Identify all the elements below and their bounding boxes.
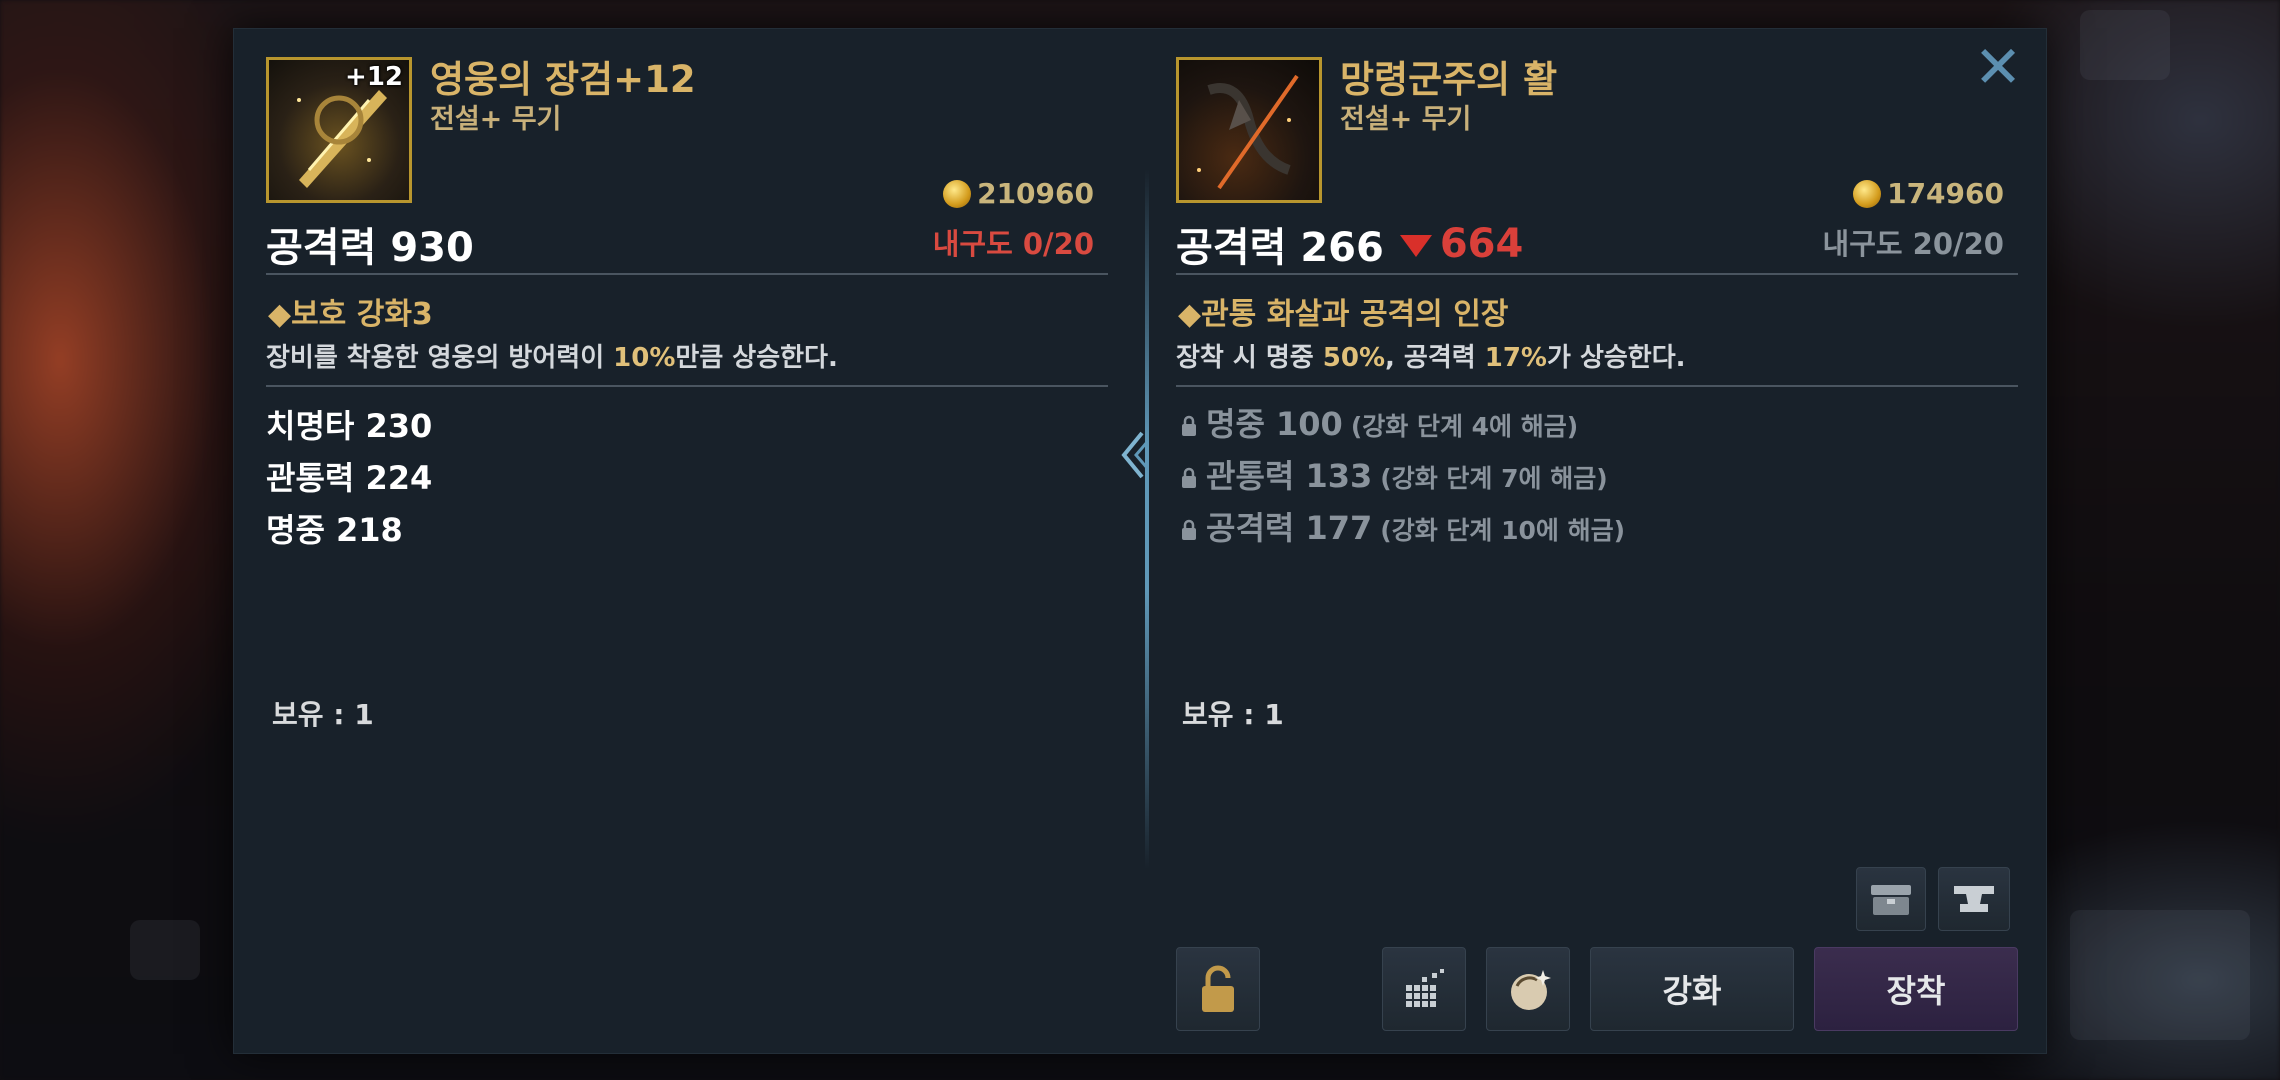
price-value: 210960 (977, 177, 1094, 210)
gem-icon (1511, 970, 1551, 1010)
lock-button[interactable] (1176, 947, 1260, 1031)
skill-title: ◆보호 강화3 (268, 297, 433, 332)
attack-power: 공격력 930 (266, 215, 474, 273)
unlock-condition: (강화 단계 4에 해금) (1350, 412, 1579, 441)
compare-arrow-icon (1121, 431, 1148, 479)
background-hud-element (2080, 10, 2170, 80)
equip-button[interactable]: 장착 (1814, 947, 2018, 1031)
gold-coin-icon (1853, 179, 1882, 208)
bow-item-icon[interactable] (1176, 57, 1322, 203)
lock-icon (1182, 519, 1196, 540)
item-grade: 전설+ 무기 (1340, 104, 1472, 135)
unlock-condition: (강화 단계 7에 해금) (1380, 464, 1608, 493)
lock-icon (1202, 965, 1234, 1012)
stat-penetration: 관통력 224 (266, 459, 433, 497)
attack-power: 공격력 266 664 (1176, 215, 1523, 273)
skill-description: 장착 시 명중 50%, 공격력 17%가 상승한다. (1176, 343, 1686, 373)
locked-stat-value: 공격력 177 (1206, 509, 1373, 547)
attack-difference: 664 (1399, 221, 1524, 267)
locked-stat: 관통력 133 (강화 단계 7에 해금) (1180, 451, 1608, 497)
forge-button[interactable] (1938, 867, 2010, 931)
equipped-item-panel: +12 영웅의 장검+12 전설+ 무기 210960 공격력 930 내구도 … (266, 29, 1108, 1053)
durability: 내구도 20/20 (1822, 227, 2004, 261)
locked-stat-value: 관통력 133 (1206, 457, 1373, 495)
divider-line (1176, 273, 2018, 275)
anvil-icon (1954, 886, 1994, 912)
sword-item-icon[interactable]: +12 (266, 57, 412, 203)
enhance-button[interactable]: 강화 (1590, 947, 1794, 1031)
item-name: 영웅의 장검+12 (430, 58, 696, 101)
skill-description: 장비를 착용한 영웅의 방어력이 10%만큼 상승한다. (266, 343, 838, 373)
compare-divider (1145, 169, 1149, 869)
background-hud-element (130, 920, 200, 980)
item-grade: 전설+ 무기 (430, 104, 562, 135)
locked-stat-value: 명중 100 (1206, 405, 1343, 443)
gem-button[interactable] (1486, 947, 1570, 1031)
stat-critical: 치명타 230 (266, 407, 433, 445)
locked-stat: 명중 100 (강화 단계 4에 해금) (1180, 399, 1578, 445)
durability: 내구도 0/20 (932, 227, 1094, 261)
storage-button[interactable] (1856, 867, 1926, 931)
lock-icon (1182, 415, 1196, 436)
decrease-arrow-icon (1399, 235, 1432, 257)
dismantle-grid-icon (1406, 969, 1444, 1007)
compared-item-panel: 망령군주의 활 전설+ 무기 174960 공격력 266 664 내구도 20… (1176, 29, 2018, 1053)
price-value: 174960 (1887, 177, 2004, 210)
unlock-condition: (강화 단계 10에 해금) (1380, 516, 1626, 545)
item-price: 210960 (943, 177, 1094, 210)
locked-stat: 공격력 177 (강화 단계 10에 해금) (1180, 503, 1625, 549)
item-price: 174960 (1853, 177, 2004, 210)
item-name: 망령군주의 활 (1340, 58, 1558, 101)
storage-chest-icon (1871, 885, 1911, 915)
owned-count: 보유 : 1 (272, 698, 374, 731)
divider-line (1176, 385, 2018, 387)
bow-icon (1197, 74, 1299, 190)
attack-value: 공격력 930 (266, 225, 474, 271)
enhance-level-badge: +12 (345, 62, 403, 92)
gold-coin-icon (943, 179, 972, 208)
divider-line (266, 273, 1108, 275)
skill-title: ◆관통 화살과 공격의 인장 (1178, 297, 1509, 332)
dismantle-button[interactable] (1382, 947, 1466, 1031)
attack-value: 공격력 266 (1176, 225, 1384, 271)
owned-count: 보유 : 1 (1182, 698, 1284, 731)
attack-diff-value: 664 (1439, 221, 1524, 267)
lock-icon (1182, 467, 1196, 488)
background-hud-element (2070, 910, 2250, 1040)
item-compare-dialog: ✕ +12 영웅의 장검+12 전설+ 무기 210960 공격력 930 내구… (233, 28, 2047, 1054)
divider-line (266, 385, 1108, 387)
stat-accuracy: 명중 218 (266, 511, 403, 549)
